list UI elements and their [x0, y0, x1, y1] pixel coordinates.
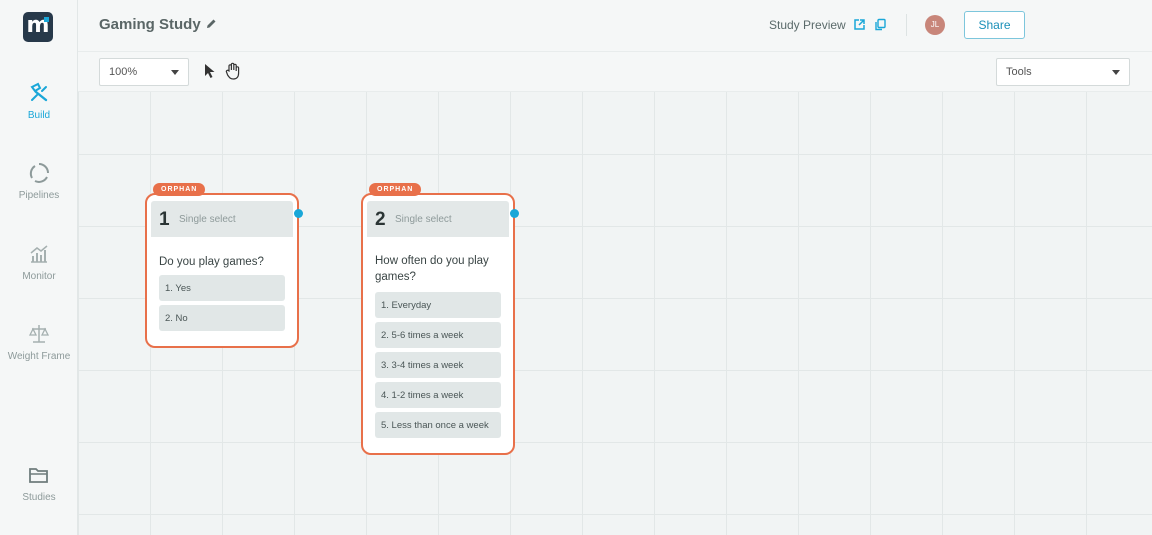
monitor-icon	[30, 245, 48, 263]
logo-accent	[44, 17, 49, 22]
app-logo[interactable]: m	[23, 12, 53, 42]
sidebar-item-label: Weight Frame	[7, 351, 71, 362]
chevron-down-icon	[171, 70, 179, 75]
sidebar-item-build[interactable]: Build	[0, 82, 78, 121]
zoom-value: 100%	[109, 66, 138, 78]
pipelines-icon	[29, 163, 49, 183]
sidebar: m Build Pipelines Monitor Weight Frame S…	[0, 0, 78, 535]
connection-handle[interactable]	[294, 209, 303, 218]
node-number: 2	[375, 209, 386, 230]
sidebar-item-label: Monitor	[22, 271, 56, 282]
node-type: Single select	[395, 214, 452, 225]
node-question: Do you play games?	[159, 256, 264, 268]
node-header: 2 Single select	[367, 201, 509, 237]
question-node-1[interactable]: ORPHAN 1 Single select Do you play games…	[145, 183, 303, 348]
tools-select[interactable]: Tools	[996, 58, 1130, 86]
node-number: 1	[159, 209, 170, 230]
tools-value: Tools	[1006, 66, 1032, 78]
orphan-badge: ORPHAN	[153, 183, 206, 196]
option-item[interactable]: 3. 3-4 times a week	[375, 352, 501, 378]
copy-icon[interactable]	[874, 18, 887, 31]
external-link-icon[interactable]	[853, 18, 866, 31]
option-item[interactable]: 5. Less than once a week	[375, 412, 501, 438]
edit-title-icon[interactable]	[205, 18, 217, 30]
option-item[interactable]: 1. Everyday	[375, 292, 501, 318]
zoom-select[interactable]: 100%	[99, 58, 189, 86]
study-preview-link[interactable]: Study Preview	[769, 18, 846, 32]
sidebar-item-monitor[interactable]: Monitor	[0, 243, 78, 282]
user-avatar[interactable]: JL	[925, 15, 945, 35]
option-item[interactable]: 2. 5-6 times a week	[375, 322, 501, 348]
sidebar-item-studies[interactable]: Studies	[0, 464, 78, 503]
connection-handle[interactable]	[510, 209, 519, 218]
sidebar-item-weight-frame[interactable]: Weight Frame	[0, 323, 78, 362]
node-header: 1 Single select	[151, 201, 293, 237]
sidebar-item-label: Pipelines	[18, 190, 60, 201]
option-item[interactable]: 1. Yes	[159, 275, 285, 301]
folder-icon	[29, 468, 48, 483]
sidebar-item-pipelines[interactable]: Pipelines	[0, 162, 78, 201]
chevron-down-icon	[1112, 70, 1120, 75]
sidebar-item-label: Build	[27, 110, 51, 121]
question-node-2[interactable]: ORPHAN 2 Single select How often do you …	[361, 183, 519, 455]
canvas-toolbar: 100% Tools	[78, 52, 1152, 92]
top-header: Gaming Study Study Preview JL Share	[78, 0, 1152, 52]
hand-tool-icon[interactable]	[225, 62, 241, 80]
sidebar-item-label: Studies	[22, 492, 56, 503]
node-question: How often do you play games?	[375, 255, 489, 283]
share-button[interactable]: Share	[964, 11, 1025, 39]
option-item[interactable]: 2. No	[159, 305, 285, 331]
option-item[interactable]: 4. 1-2 times a week	[375, 382, 501, 408]
scale-icon	[28, 325, 50, 343]
orphan-badge: ORPHAN	[369, 183, 422, 196]
pointer-tool-icon[interactable]	[204, 63, 216, 79]
node-type: Single select	[179, 214, 236, 225]
header-divider	[906, 14, 907, 36]
build-icon	[30, 82, 48, 102]
study-title: Gaming Study	[99, 16, 201, 33]
